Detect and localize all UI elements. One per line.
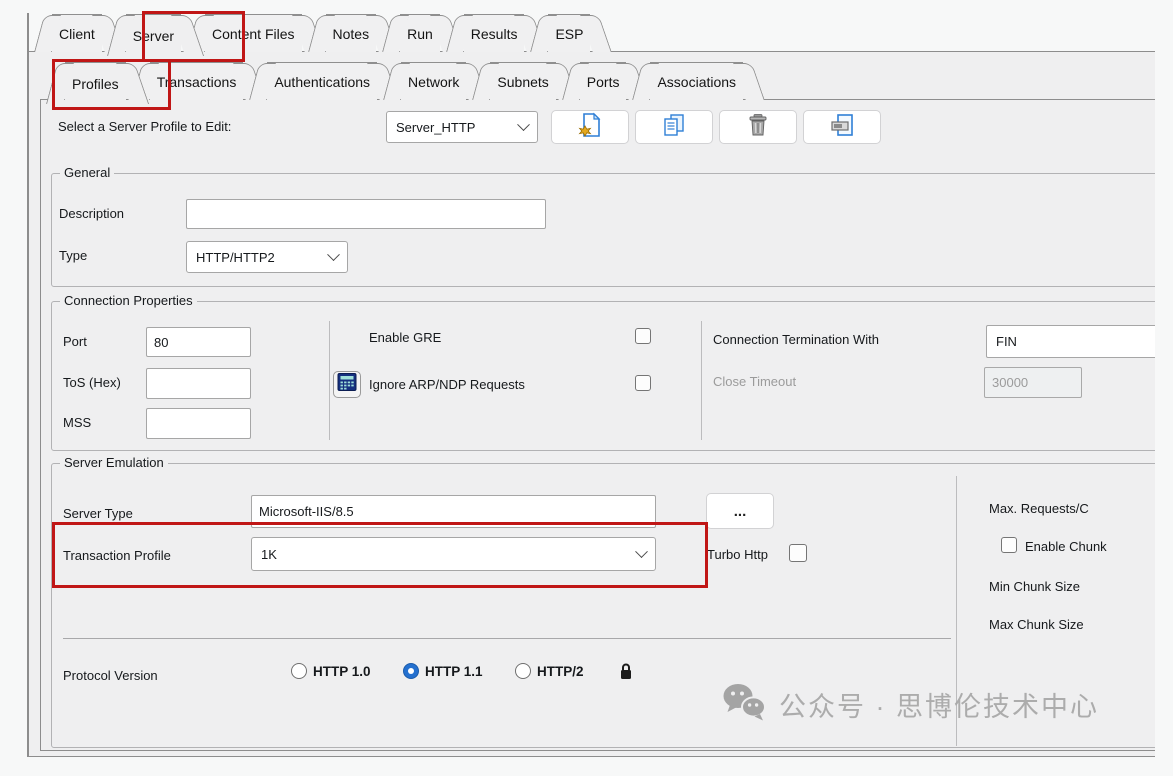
- tab-results[interactable]: Results: [464, 14, 525, 52]
- radio-http-1-0-label: HTTP 1.0: [313, 664, 371, 679]
- browse-button-label: ...: [734, 503, 747, 520]
- tab-run[interactable]: Run: [400, 14, 440, 52]
- tab-esp[interactable]: ESP: [548, 14, 590, 52]
- server-type-input[interactable]: Microsoft-IIS/8.5: [251, 495, 656, 528]
- type-combobox-value: HTTP/HTTP2: [196, 250, 275, 265]
- server-profile-combobox-value: Server_HTTP: [396, 120, 475, 135]
- ignore-arp-checkbox[interactable]: [635, 375, 651, 391]
- connection-divider-2: [701, 321, 702, 440]
- window-left-border: [27, 13, 29, 51]
- server-emulation-title: Server Emulation: [60, 455, 168, 470]
- subtab-ports[interactable]: Ports: [580, 62, 627, 100]
- port-value: 80: [154, 335, 168, 350]
- tos-label: ToS (Hex): [63, 375, 121, 390]
- general-group-title: General: [60, 165, 114, 180]
- tos-input[interactable]: [146, 368, 251, 399]
- server-type-value: Microsoft-IIS/8.5: [259, 504, 354, 519]
- turbo-http-label: Turbo Http: [707, 547, 768, 562]
- server-profile-combobox[interactable]: Server_HTTP: [386, 111, 538, 143]
- connection-termination-label: Connection Termination With: [713, 332, 879, 347]
- copy-profile-button[interactable]: [635, 110, 713, 144]
- turbo-http-checkbox[interactable]: [789, 544, 807, 562]
- transaction-profile-combobox[interactable]: 1K: [251, 537, 656, 571]
- radio-http-2-label: HTTP/2: [537, 664, 584, 679]
- tab-client[interactable]: Client: [52, 14, 102, 52]
- mss-input[interactable]: [146, 408, 251, 439]
- connection-divider-1: [329, 321, 330, 440]
- wechat-icon: [721, 682, 767, 727]
- description-label: Description: [59, 206, 124, 221]
- subtab-associations[interactable]: Associations: [650, 62, 743, 100]
- subtab-authentications[interactable]: Authentications: [267, 62, 377, 100]
- profiles-tab-panel: Select a Server Profile to Edit: Server_…: [40, 99, 1155, 751]
- subtab-subnets[interactable]: Subnets: [490, 62, 555, 100]
- radio-http-1-1-label: HTTP 1.1: [425, 664, 483, 679]
- server-sub-tab-bar: Profiles Transactions Authentications Ne…: [53, 62, 755, 104]
- subtab-profiles[interactable]: Profiles: [65, 62, 126, 104]
- radio-icon: [515, 663, 531, 679]
- main-tab-bar: Client Server Content Files Notes Run Re…: [40, 14, 602, 56]
- enable-gre-label: Enable GRE: [369, 330, 441, 345]
- app-window: Select a Server Profile to Edit: Server_…: [0, 0, 1173, 776]
- min-chunk-size-label: Min Chunk Size: [989, 579, 1080, 594]
- type-combobox[interactable]: HTTP/HTTP2: [186, 241, 348, 273]
- close-timeout-label: Close Timeout: [713, 374, 796, 389]
- radio-selected-icon: [403, 663, 419, 679]
- calculator-icon: [336, 371, 358, 398]
- subtab-network[interactable]: Network: [401, 62, 466, 100]
- port-input[interactable]: 80: [146, 327, 251, 357]
- connection-termination-value: FIN: [996, 334, 1017, 349]
- profile-selector-label: Select a Server Profile to Edit:: [58, 119, 231, 134]
- protocol-separator: [63, 638, 951, 639]
- rename-profile-button[interactable]: [803, 110, 881, 144]
- transaction-profile-label: Transaction Profile: [63, 548, 171, 563]
- ignore-arp-label: Ignore ARP/NDP Requests: [369, 377, 525, 392]
- enable-chunk-checkbox[interactable]: [1001, 537, 1017, 553]
- mss-label: MSS: [63, 415, 91, 430]
- delete-profile-button[interactable]: [719, 110, 797, 144]
- tab-server[interactable]: Server: [126, 14, 181, 56]
- connection-properties-title: Connection Properties: [60, 293, 197, 308]
- enable-chunk-label: Enable Chunk: [1025, 539, 1107, 554]
- watermark-text: 公众号 · 思博伦技术中心: [779, 685, 1099, 724]
- type-label: Type: [59, 248, 87, 263]
- new-profile-icon: [577, 112, 603, 143]
- close-timeout-value: 30000: [992, 375, 1028, 390]
- chevron-down-icon: [327, 248, 340, 261]
- transaction-profile-value: 1K: [261, 547, 277, 562]
- server-type-label: Server Type: [63, 506, 133, 521]
- protocol-version-label: Protocol Version: [63, 668, 158, 683]
- connection-termination-combobox[interactable]: FIN: [986, 325, 1155, 358]
- radio-icon: [291, 663, 307, 679]
- tos-calculator-button[interactable]: [333, 371, 361, 398]
- chevron-down-icon: [517, 118, 530, 131]
- radio-http-1-0[interactable]: HTTP 1.0: [291, 663, 371, 679]
- tab-content-files[interactable]: Content Files: [205, 14, 301, 52]
- tab-notes[interactable]: Notes: [326, 14, 377, 52]
- rename-profile-icon: [829, 112, 855, 143]
- port-label: Port: [63, 334, 87, 349]
- close-timeout-input: 30000: [984, 367, 1082, 398]
- server-type-browse-button[interactable]: ...: [706, 493, 774, 529]
- new-profile-button[interactable]: [551, 110, 629, 144]
- radio-http-2[interactable]: HTTP/2: [515, 663, 584, 679]
- radio-http-1-1[interactable]: HTTP 1.1: [403, 663, 483, 679]
- trash-icon: [745, 112, 771, 143]
- lock-icon: [619, 662, 633, 686]
- enable-gre-checkbox[interactable]: [635, 328, 651, 344]
- description-input[interactable]: [186, 199, 546, 229]
- copy-profile-icon: [661, 112, 687, 143]
- chevron-down-icon: [635, 545, 648, 558]
- subtab-transactions[interactable]: Transactions: [150, 62, 244, 100]
- watermark: 公众号 · 思博伦技术中心: [721, 682, 1099, 727]
- max-requests-label: Max. Requests/C: [989, 501, 1089, 516]
- max-chunk-size-label: Max Chunk Size: [989, 617, 1084, 632]
